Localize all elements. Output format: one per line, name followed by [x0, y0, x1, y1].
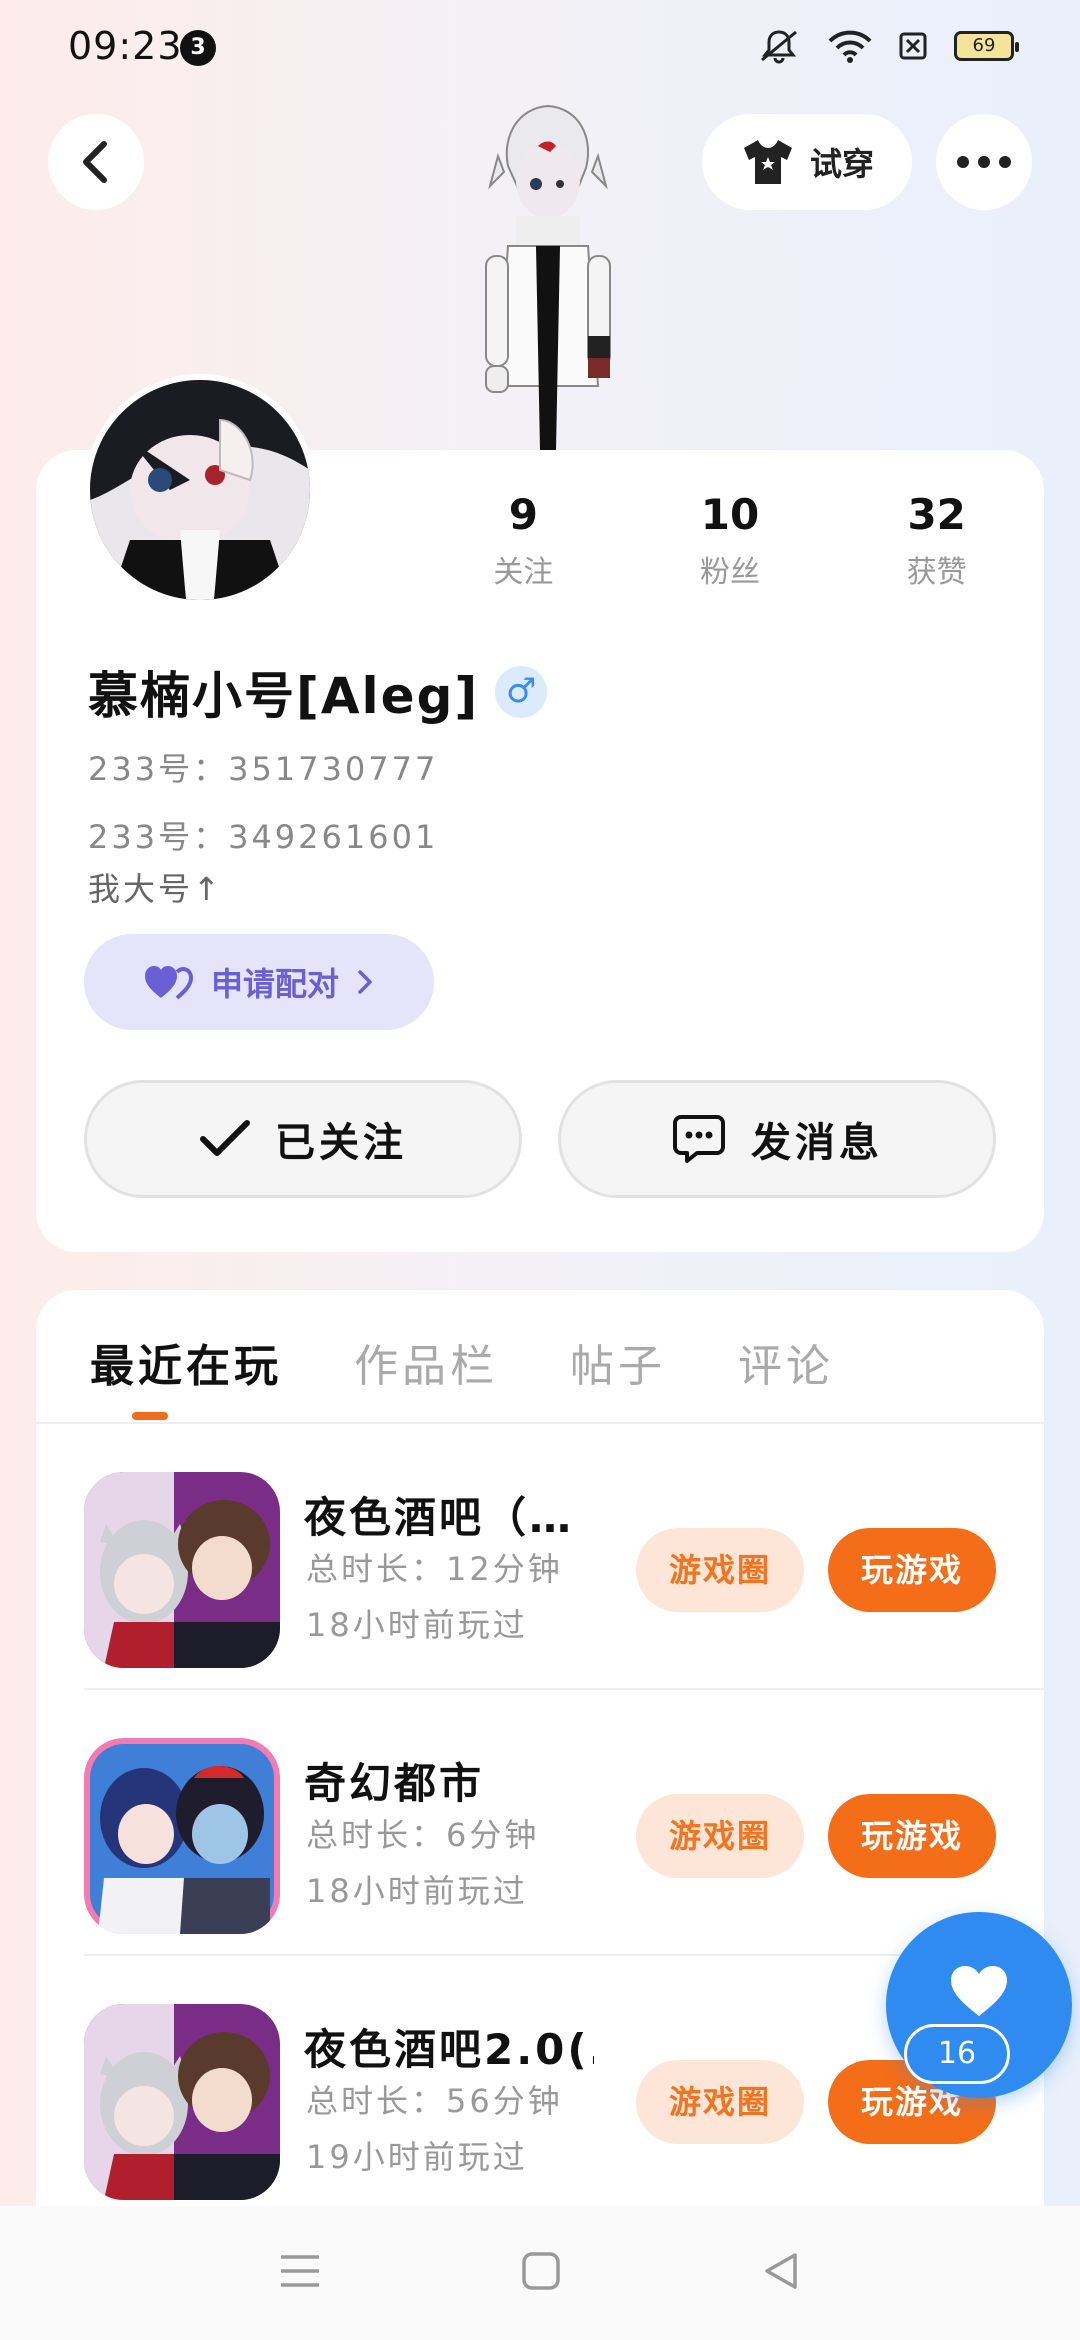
double-heart-icon	[144, 966, 193, 1000]
stat-fans[interactable]: 10 粉丝	[627, 490, 834, 591]
status-bar: 09:23 3 69	[0, 0, 1080, 95]
game-circle-button[interactable]: 游戏圈	[636, 1528, 804, 1612]
bio-line: 233号：351730777	[88, 750, 439, 788]
system-nav-bar	[0, 2206, 1080, 2340]
profile-tabs: 最近在玩 作品栏 帖子 评论	[90, 1330, 834, 1394]
heart-icon	[951, 1966, 1007, 2016]
back-button[interactable]	[48, 114, 144, 210]
play-game-button[interactable]: 玩游戏	[828, 1528, 996, 1612]
wifi-icon	[828, 29, 872, 63]
tab-posts[interactable]: 帖子	[570, 1330, 666, 1394]
chevron-right-icon	[358, 970, 372, 994]
stat-value: 32	[907, 490, 966, 539]
notification-badge: 3	[180, 30, 216, 66]
game-duration: 总时长：12分钟	[306, 1550, 563, 1588]
more-button[interactable]	[936, 114, 1032, 210]
chevron-left-icon	[83, 141, 107, 183]
mute-icon	[756, 28, 802, 64]
status-time: 09:23	[68, 24, 183, 68]
game-title: 夜色酒吧2.0(…	[304, 2025, 594, 2074]
status-icons: 69	[756, 28, 1019, 64]
try-on-label: 试穿	[809, 145, 874, 183]
battery-indicator: 69	[954, 31, 1019, 61]
check-icon	[200, 1120, 250, 1156]
username-row: 慕楠小号[Aleg] ♂	[88, 656, 548, 728]
game-icon-night-bar-2[interactable]	[84, 2004, 280, 2200]
following-label: 已关注	[275, 1120, 407, 1166]
tshirt-icon	[743, 140, 792, 184]
stat-likes[interactable]: 32 获赞	[833, 490, 1040, 591]
chat-bubble-icon	[673, 1115, 725, 1163]
username: 慕楠小号[Aleg]	[88, 667, 480, 725]
like-count-badge: 16	[904, 2024, 1010, 2084]
game-duration: 总时长：56分钟	[306, 2082, 563, 2120]
game-title: 奇幻都市	[304, 1759, 485, 1808]
apply-match-button[interactable]: 申请配对	[84, 934, 434, 1030]
stat-value: 9	[508, 490, 538, 539]
try-on-button[interactable]: 试穿	[702, 114, 912, 210]
stat-label: 获赞	[906, 555, 967, 590]
following-button[interactable]: 已关注	[84, 1080, 522, 1198]
game-icon-night-bar[interactable]	[84, 1472, 280, 1668]
game-last-played: 18小时前玩过	[306, 1872, 528, 1910]
character-figure	[468, 96, 628, 450]
active-tab-indicator	[132, 1412, 168, 1420]
back-triangle-icon[interactable]	[761, 2251, 801, 2295]
stat-label: 关注	[493, 555, 554, 590]
bio-line: 233号：349261601	[88, 818, 439, 856]
game-title: 夜色酒吧（…	[304, 1493, 575, 1542]
game-row[interactable]: 奇幻都市 总时长：6分钟 18小时前玩过 游戏圈 玩游戏	[84, 1690, 1044, 1956]
profile-avatar[interactable]	[84, 374, 316, 606]
game-circle-button[interactable]: 游戏圈	[636, 1794, 804, 1878]
game-last-played: 19小时前玩过	[306, 2138, 528, 2176]
game-icon-fantasy-city[interactable]	[84, 1738, 280, 1934]
stat-following[interactable]: 9 关注	[420, 490, 627, 591]
send-message-button[interactable]: 发消息	[558, 1080, 996, 1198]
male-gender-icon: ♂	[495, 666, 548, 718]
game-last-played: 18小时前玩过	[306, 1606, 528, 1644]
recent-games-card: 最近在玩 作品栏 帖子 评论 夜色酒吧（… 总时长：12分钟 18小时前玩过 游…	[36, 1290, 1044, 2220]
apply-match-label: 申请配对	[210, 965, 339, 1003]
stat-value: 10	[700, 490, 760, 539]
game-circle-button[interactable]: 游戏圈	[636, 2060, 804, 2144]
sim-off-icon	[898, 31, 928, 61]
send-message-label: 发消息	[751, 1120, 883, 1166]
stat-label: 粉丝	[700, 555, 760, 590]
game-duration: 总时长：6分钟	[306, 1816, 540, 1854]
tab-recently-played[interactable]: 最近在玩	[90, 1330, 282, 1394]
profile-stats: 9 关注 10 粉丝 32 获赞	[420, 490, 1040, 591]
more-dots-icon	[957, 156, 1011, 168]
home-icon[interactable]	[521, 2251, 561, 2295]
bio-line: 我大号↑	[88, 870, 223, 908]
play-game-button[interactable]: 玩游戏	[828, 1794, 996, 1878]
tab-works[interactable]: 作品栏	[354, 1330, 498, 1394]
tab-comments[interactable]: 评论	[738, 1330, 834, 1394]
menu-icon[interactable]	[279, 2253, 321, 2293]
game-row[interactable]: 夜色酒吧（… 总时长：12分钟 18小时前玩过 游戏圈 玩游戏	[84, 1424, 1044, 1690]
